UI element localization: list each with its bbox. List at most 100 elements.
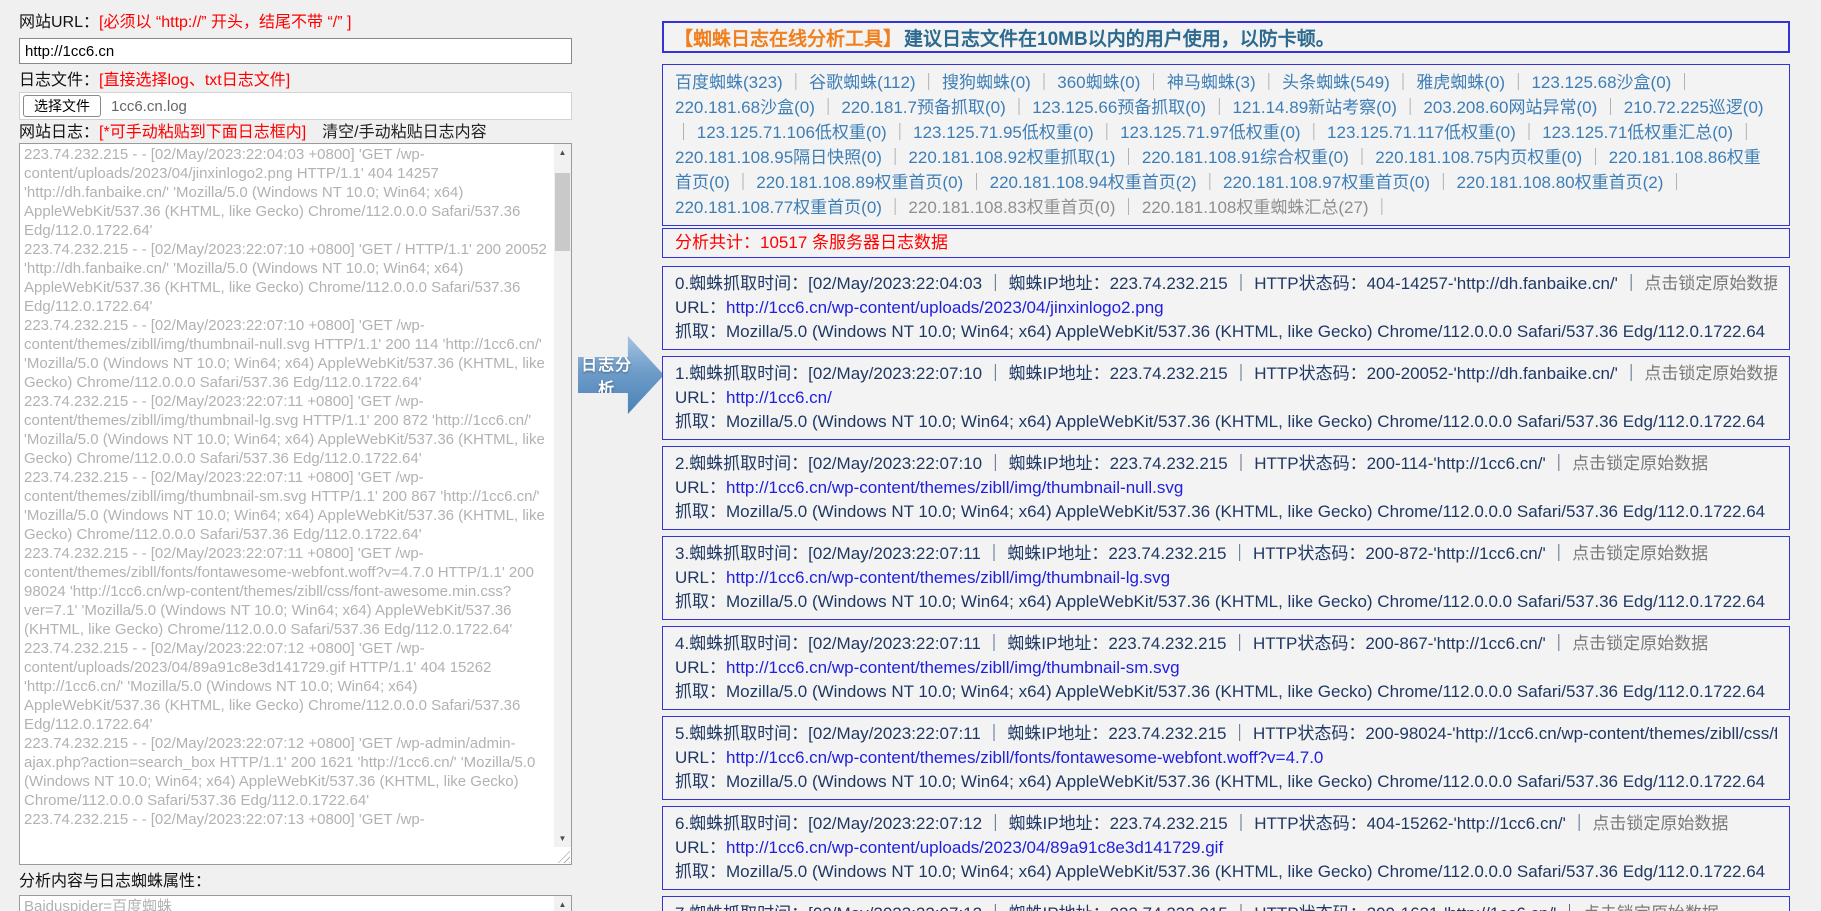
entry-header-text: 6.蜘蛛抓取时间：[02/May/2023:22:07:12 ｜ 蜘蛛IP地址：… [675,814,1592,833]
spider-separator: ｜ [1663,173,1685,192]
selected-file-name: 1cc6.cn.log [111,98,187,115]
spider-filter-link[interactable]: 220.181.108.95隔日快照(0) [675,148,882,167]
spider-separator: ｜ [1206,98,1232,117]
spider-log-analyzer-page: 网站URL：[必须以 “http://” 开头，结尾不带 “/” ] 日志文件：… [0,0,1821,911]
spider-filter-link[interactable]: 123.125.71.117低权重(0) [1327,123,1516,142]
spider-separator: ｜ [1582,148,1608,167]
spider-filter-link[interactable]: 203.208.60网站异常(0) [1423,98,1597,117]
entry-url-label: URL： [675,748,726,767]
spider-filter-link[interactable]: 360蜘蛛(0) [1057,73,1140,92]
spider-filter-link[interactable]: 头条蜘蛛(549) [1282,73,1390,92]
spider-filter-link[interactable]: 220.181.108.97权重首页(0) [1223,173,1430,192]
spider-filter-link[interactable]: 123.125.71.95低权重(0) [913,123,1094,142]
spider-filter-link[interactable]: 220.181.108.80权重首页(2) [1456,173,1663,192]
spider-filter-link[interactable]: 123.125.71低权重汇总(0) [1542,123,1733,142]
entry-header-text: 2.蜘蛛抓取时间：[02/May/2023:22:07:10 ｜ 蜘蛛IP地址：… [675,454,1572,473]
entry-header-line: 5.蜘蛛抓取时间：[02/May/2023:22:07:11 ｜ 蜘蛛IP地址：… [675,722,1777,746]
entry-header-text: 1.蜘蛛抓取时间：[02/May/2023:22:07:10 ｜ 蜘蛛IP地址：… [675,364,1644,383]
lock-raw-data-link[interactable]: 点击锁定原始数据 [1644,274,1777,293]
spider-filter-link[interactable]: 220.181.108.83权重首页(0) [908,198,1115,217]
entry-ua-text: Mozilla/5.0 (Windows NT 10.0; Win64; x64… [726,322,1765,341]
entry-ua-label: 抓取： [675,862,726,881]
spider-separator: ｜ [730,173,756,192]
log-entry: 0.蜘蛛抓取时间：[02/May/2023:22:04:03 ｜ 蜘蛛IP地址：… [662,266,1790,350]
spider-attr-content: Baiduspider=百度蜘蛛 [24,897,552,911]
entry-url-link[interactable]: http://1cc6.cn/wp-content/themes/zibll/i… [726,568,1170,587]
spider-filter-link[interactable]: 123.125.71.106低权重(0) [697,123,887,142]
spider-filter-link[interactable]: 210.72.225巡逻(0) [1624,98,1764,117]
spider-filter-link[interactable]: 123.125.68沙盒(0) [1531,73,1671,92]
spider-filter-link[interactable]: 220.181.108权重蜘蛛汇总(27) [1142,198,1369,217]
spider-separator: ｜ [1733,123,1755,142]
spider-attr-textarea[interactable]: Baiduspider=百度蜘蛛 ▲ [19,895,572,911]
spider-separator: ｜ [1397,98,1423,117]
entry-header-line: 4.蜘蛛抓取时间：[02/May/2023:22:07:11 ｜ 蜘蛛IP地址：… [675,632,1777,656]
tool-note: 建议日志文件在10MB以内的用户使用，以防卡顿。 [904,24,1335,51]
spider-filter-link[interactable]: 220.181.108.77权重首页(0) [675,198,882,217]
entry-url-link[interactable]: http://1cc6.cn/ [726,388,832,407]
choose-file-button[interactable]: 选择文件 [23,95,101,117]
entry-url-label: URL： [675,568,726,587]
entry-ua-line: 抓取：Mozilla/5.0 (Windows NT 10.0; Win64; … [675,680,1777,704]
spider-filter-link[interactable]: 220.181.108.92权重抓取(1) [908,148,1115,167]
spider-separator: ｜ [1390,73,1416,92]
entry-list: 0.蜘蛛抓取时间：[02/May/2023:22:04:03 ｜ 蜘蛛IP地址：… [662,266,1790,911]
entry-url-link[interactable]: http://1cc6.cn/wp-content/uploads/2023/0… [726,838,1223,857]
spider-filter-link[interactable]: 220.181.7预备抓取(0) [841,98,1005,117]
entry-header-line: 2.蜘蛛抓取时间：[02/May/2023:22:07:10 ｜ 蜘蛛IP地址：… [675,452,1777,476]
entry-url-link[interactable]: http://1cc6.cn/wp-content/uploads/2023/0… [726,298,1164,317]
file-input[interactable]: 选择文件 1cc6.cn.log [19,92,572,120]
spider-separator: ｜ [1671,73,1693,92]
log-textarea[interactable]: 223.74.232.215 - - [02/May/2023:22:04:03… [19,143,572,865]
spider-filter-link[interactable]: 谷歌蜘蛛(112) [809,73,915,92]
spider-filter-link[interactable]: 121.14.89新站考察(0) [1233,98,1397,117]
analyze-button[interactable]: 日志分析 [578,336,664,414]
lock-raw-data-link[interactable]: 点击锁定原始数据 [1592,814,1728,833]
entry-ua-label: 抓取： [675,592,726,611]
spider-filter-link[interactable]: 搜狗蜘蛛(0) [942,73,1031,92]
attr-scrollbar-up-icon[interactable]: ▲ [554,896,571,911]
attr-scrollbar[interactable]: ▲ [554,896,571,911]
spider-separator: ｜ [1505,73,1531,92]
entry-ua-text: Mozilla/5.0 (Windows NT 10.0; Win64; x64… [726,502,1765,521]
total-count-text: 分析共计：10517 条服务器日志数据 [675,233,948,252]
entry-ua-text: Mozilla/5.0 (Windows NT 10.0; Win64; x64… [726,592,1765,611]
spider-filter-link[interactable]: 123.125.66预备抓取(0) [1032,98,1206,117]
clear-paste-link[interactable]: 清空/手动粘贴日志内容 [322,124,486,141]
spider-separator: ｜ [1369,198,1391,217]
spider-filter-link[interactable]: 220.181.108.89权重首页(0) [756,173,963,192]
entry-ua-label: 抓取： [675,682,726,701]
entry-url-link[interactable]: http://1cc6.cn/wp-content/themes/zibll/i… [726,478,1183,497]
scrollbar-thumb[interactable] [555,173,570,251]
lock-raw-data-link[interactable]: 点击锁定原始数据 [1572,634,1708,653]
lock-raw-data-link[interactable]: 点击锁定原始数据 [1644,364,1777,383]
log-entry: 2.蜘蛛抓取时间：[02/May/2023:22:07:10 ｜ 蜘蛛IP地址：… [662,446,1790,530]
spider-filter-link[interactable]: 123.125.71.97低权重(0) [1120,123,1301,142]
scrollbar-down-icon[interactable]: ▼ [554,830,571,847]
resize-grip-icon[interactable] [556,849,570,863]
spider-filter-link[interactable]: 220.181.68沙盒(0) [675,98,815,117]
spider-separator: ｜ [1256,73,1282,92]
spider-separator: ｜ [1094,123,1120,142]
entry-url-link[interactable]: http://1cc6.cn/wp-content/themes/zibll/i… [726,658,1180,677]
spider-filter-link[interactable]: 神马蜘蛛(3) [1167,73,1256,92]
lock-raw-data-link[interactable]: 点击锁定原始数据 [1572,544,1708,563]
entry-header-line: 1.蜘蛛抓取时间：[02/May/2023:22:07:10 ｜ 蜘蛛IP地址：… [675,362,1777,386]
lock-raw-data-link[interactable]: 点击锁定原始数据 [1572,454,1708,473]
entry-header-text: 7.蜘蛛抓取时间：[02/May/2023:22:07:12 ｜ 蜘蛛IP地址：… [675,904,1583,911]
lock-raw-data-link[interactable]: 点击锁定原始数据 [1583,904,1719,911]
entry-url-label: URL： [675,838,726,857]
scrollbar-up-icon[interactable]: ▲ [554,144,571,161]
log-scrollbar[interactable]: ▲ ▼ [554,144,571,847]
log-file-label: 日志文件： [19,72,99,89]
spider-filter-link[interactable]: 220.181.108.75内页权重(0) [1375,148,1582,167]
log-entry: 1.蜘蛛抓取时间：[02/May/2023:22:07:10 ｜ 蜘蛛IP地址：… [662,356,1790,440]
site-url-input[interactable] [19,38,572,64]
spider-filter-link[interactable]: 220.181.108.91综合权重(0) [1142,148,1349,167]
spider-filter-link[interactable]: 雅虎蜘蛛(0) [1416,73,1505,92]
entry-header-line: 6.蜘蛛抓取时间：[02/May/2023:22:07:12 ｜ 蜘蛛IP地址：… [675,812,1777,836]
entry-header-text: 0.蜘蛛抓取时间：[02/May/2023:22:04:03 ｜ 蜘蛛IP地址：… [675,274,1644,293]
entry-url-link[interactable]: http://1cc6.cn/wp-content/themes/zibll/f… [726,748,1323,767]
spider-filter-link[interactable]: 220.181.108.94权重首页(2) [990,173,1197,192]
spider-filter-link[interactable]: 百度蜘蛛(323) [675,73,783,92]
